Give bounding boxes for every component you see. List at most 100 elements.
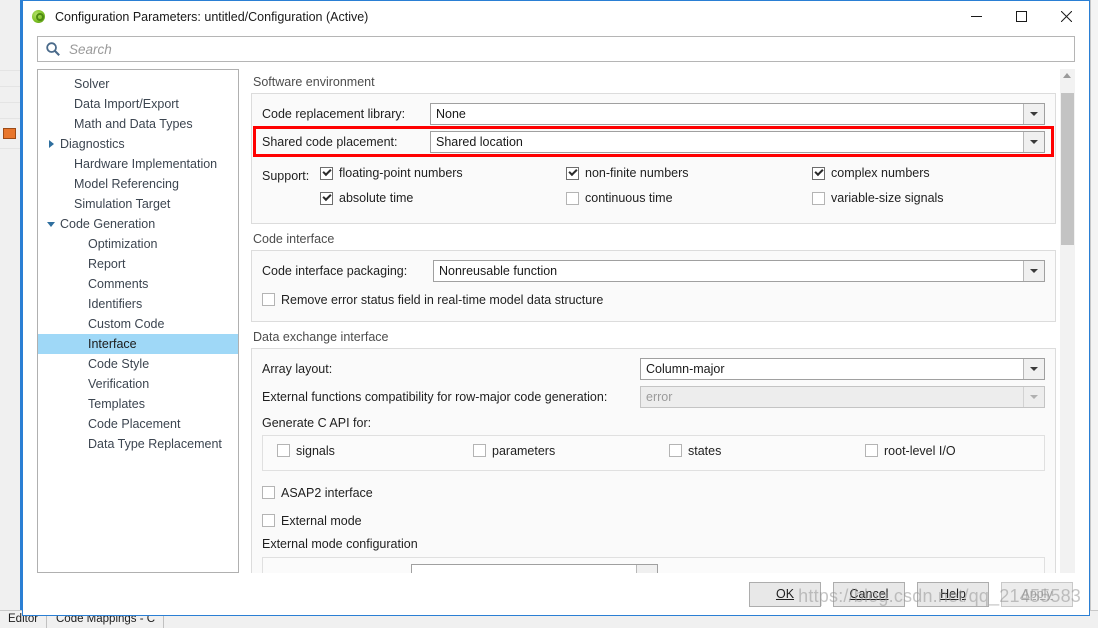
checkbox-c-api-signals[interactable]: signals [277,444,335,458]
sidebar-item-data-type-replacement[interactable]: Data Type Replacement [38,434,238,454]
search-input[interactable] [67,38,1074,60]
sidebar-item-label: Model Referencing [74,177,179,191]
sidebar-item-data-import-export[interactable]: Data Import/Export [38,94,238,114]
checkbox-c-api-states[interactable]: states [669,444,721,458]
code-replacement-library-dropdown-button[interactable] [1023,103,1044,124]
checkbox-variable-size-signals[interactable]: variable-size signals [812,191,944,205]
external-mode-configuration-combo[interactable] [411,564,658,573]
sidebar-item-diagnostics[interactable]: Diagnostics [38,134,238,154]
sidebar-item-label: Interface [88,337,137,351]
host-divider [0,148,21,149]
checkbox-label: Remove error status field in real-time m… [281,292,604,307]
group-data-exchange-interface: Data exchange interface Array layout: Co… [251,324,1056,573]
sidebar-item-code-generation[interactable]: Code Generation [38,214,238,234]
label-array-layout: Array layout: [262,361,333,376]
search-row [23,32,1089,69]
array-layout-dropdown-button[interactable] [1023,358,1044,379]
code-interface-packaging-combo[interactable]: Nonreusable function [433,259,1045,282]
help-button-label: Help [940,587,966,601]
sidebar-item-code-placement[interactable]: Code Placement [38,414,238,434]
checkbox-non-finite-numbers[interactable]: non-finite numbers [566,166,689,180]
checkbox-label: complex numbers [831,166,930,181]
minimize-button[interactable] [954,1,999,32]
check-icon [568,166,578,176]
ok-button[interactable]: OK [749,581,821,607]
settings-tree[interactable]: Solver Data Import/Export Math and Data Ty… [37,69,239,573]
checkbox-label: External mode [281,513,362,528]
checkbox-external-mode[interactable]: External mode [262,514,362,528]
sidebar-item-templates[interactable]: Templates [38,394,238,414]
code-interface-packaging-dropdown-button[interactable] [1023,260,1044,281]
tree-twisty-placeholder [58,117,72,131]
checkbox-floating-point-numbers[interactable]: floating-point numbers [320,166,463,180]
group-title-code-interface: Code interface [253,232,335,246]
checkbox-continuous-time[interactable]: continuous time [566,191,673,205]
checkbox-complex-numbers[interactable]: complex numbers [812,166,930,180]
checkbox-label: non-finite numbers [585,166,689,181]
sidebar-item-verification[interactable]: Verification [38,374,238,394]
scroll-up-arrow-icon[interactable] [1063,73,1071,78]
check-icon [322,191,332,201]
chevron-down-icon[interactable] [47,221,55,227]
sidebar-item-label: Solver [74,77,110,91]
sidebar-item-label: Math and Data Types [74,117,193,131]
sidebar-item-model-referencing[interactable]: Model Referencing [38,174,238,194]
array-layout-value: Column-major [646,361,725,376]
checkbox-box [320,166,333,180]
check-icon [814,166,824,176]
sidebar-item-comments[interactable]: Comments [38,274,238,294]
tree-twisty-placeholder [58,177,72,191]
group-title-data-exchange-interface: Data exchange interface [253,330,389,344]
tree-twisty-placeholder [58,97,72,111]
chevron-right-icon[interactable] [48,140,54,148]
shared-code-placement-dropdown-button[interactable] [1023,131,1044,152]
checkbox-absolute-time[interactable]: absolute time [320,191,413,205]
checkbox-remove-error-status-field[interactable]: Remove error status field in real-time m… [262,293,603,307]
close-button[interactable] [1044,1,1089,32]
sidebar-item-solver[interactable]: Solver [38,74,238,94]
group-title-software-environment: Software environment [253,75,375,89]
support-row-1: Support: floating-point numbers non-fini… [262,163,1045,188]
checkbox-c-api-root-level-io[interactable]: root-level I/O [865,444,956,458]
highlighted-setting-wrapper: Shared code placement: Shared location [253,126,1054,157]
sidebar-item-label: Optimization [88,237,158,251]
checkbox-asap2-interface[interactable]: ASAP2 interface [262,486,373,500]
code-replacement-library-combo[interactable]: None [430,102,1045,125]
scrollbar-thumb[interactable] [1061,93,1074,245]
label-shared-code-placement: Shared code placement: [262,134,398,149]
tree-twisty-placeholder [72,317,86,331]
sidebar-item-label: Code Style [88,357,150,371]
checkbox-label: parameters [492,443,556,458]
sidebar-item-report[interactable]: Report [38,254,238,274]
sidebar-item-custom-code[interactable]: Custom Code [38,314,238,334]
checkbox-box [320,191,333,205]
host-divider [0,70,21,71]
sidebar-item-label: Data Type Replacement [88,437,222,451]
sidebar-item-simulation-target[interactable]: Simulation Target [38,194,238,214]
cancel-button[interactable]: Cancel [833,581,905,607]
sidebar-item-optimization[interactable]: Optimization [38,234,238,254]
checkbox-box [865,444,878,458]
checkbox-c-api-parameters[interactable]: parameters [473,444,555,458]
sidebar-item-interface[interactable]: Interface [38,334,238,354]
tree-twisty-placeholder [72,237,86,251]
chevron-down-icon [1030,139,1038,144]
array-layout-combo[interactable]: Column-major [640,357,1045,380]
sidebar-item-identifiers[interactable]: Identifiers [38,294,238,314]
external-mode-configuration-dropdown-button[interactable] [636,565,657,573]
support-row-2: absolute time continuous time variable-s… [262,188,1045,213]
sidebar-item-code-style[interactable]: Code Style [38,354,238,374]
shared-code-placement-combo[interactable]: Shared location [430,130,1045,153]
search-box[interactable] [37,36,1075,62]
host-block-icon[interactable] [3,128,16,139]
tree-twisty-placeholder [72,437,86,451]
settings-pane-scrollbar[interactable] [1060,69,1075,573]
checkbox-label: continuous time [585,191,673,206]
sidebar-item-hardware-implementation[interactable]: Hardware Implementation [38,154,238,174]
row-generate-c-api: Generate C API for: [262,413,1045,433]
help-button[interactable]: Help [917,581,989,607]
tree-twisty[interactable] [44,217,58,231]
tree-twisty[interactable] [44,137,58,151]
maximize-button[interactable] [999,1,1044,32]
sidebar-item-math-and-data-types[interactable]: Math and Data Types [38,114,238,134]
